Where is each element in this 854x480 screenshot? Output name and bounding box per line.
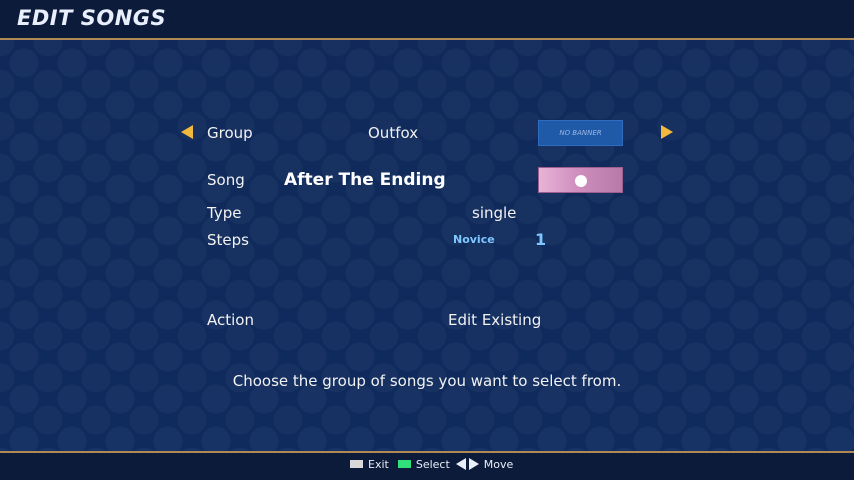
select-hint[interactable]: Select [416,458,450,471]
steps-label: Steps [207,231,249,249]
move-hint[interactable]: Move [484,458,514,471]
song-value[interactable]: After The Ending [284,170,446,190]
left-arrow-icon [455,458,466,470]
next-arrow-icon[interactable] [661,125,673,139]
background-pattern [0,0,854,480]
select-key-icon [397,460,411,468]
group-label: Group [207,124,253,142]
type-label: Type [207,204,242,222]
song-label: Song [207,171,245,189]
difficulty-meter: 1 [535,230,547,249]
action-value[interactable]: Edit Existing [448,311,541,329]
footer-hints: Exit Select Move [350,457,513,471]
exit-hint[interactable]: Exit [368,458,389,471]
page-title: EDIT SONGS [17,6,167,30]
type-value[interactable]: single [472,204,516,222]
banner-placeholder-text: NO BANNER [559,129,602,137]
banner-orb [575,175,587,187]
exit-key-icon [350,460,363,468]
help-text: Choose the group of songs you want to se… [232,372,622,390]
previous-arrow-icon[interactable] [181,125,193,139]
right-arrow-icon [468,458,479,470]
song-banner [538,167,623,193]
action-label: Action [207,311,254,329]
header-bar: EDIT SONGS [0,0,854,40]
group-value[interactable]: Outfox [368,124,418,142]
difficulty-name[interactable]: Novice [453,233,495,246]
group-banner: NO BANNER [538,120,623,146]
